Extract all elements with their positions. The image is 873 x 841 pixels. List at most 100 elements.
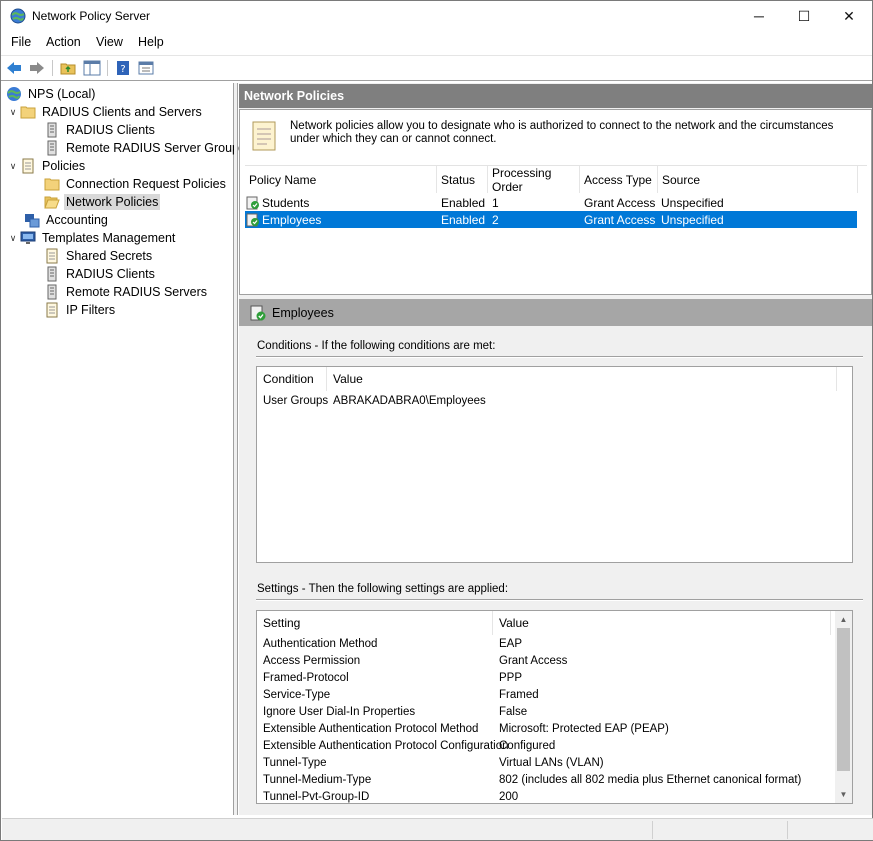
server-icon (44, 284, 60, 300)
console-tree: NPS (Local) ∨ RADIUS Clients and Servers… (2, 83, 245, 815)
status-bar (2, 818, 873, 840)
col-status[interactable]: Status (437, 166, 488, 193)
tree-item-network-policies[interactable]: Network Policies (44, 193, 161, 211)
maximize-button[interactable]: ☐ (781, 1, 827, 31)
policy-icon (246, 213, 260, 227)
col-source[interactable]: Source (658, 166, 858, 193)
col-setting-value[interactable]: Value (493, 611, 831, 635)
setting-row[interactable]: Service-Type Framed (257, 686, 833, 703)
conditions-label: Conditions - If the following conditions… (257, 340, 496, 352)
settings-header: Setting Value (257, 611, 831, 635)
document-icon (250, 120, 278, 152)
setting-name: Tunnel-Pvt-Group-ID (263, 790, 370, 803)
nps-window: Network Policy Server ─ ☐ ✕ File Action … (0, 0, 873, 841)
setting-value: Virtual LANs (VLAN) (499, 756, 604, 769)
setting-row[interactable]: Tunnel-Pvt-Group-ID 200 (257, 788, 833, 805)
policy-order: 2 (492, 212, 499, 227)
tree-item-ip-filters[interactable]: IP Filters (44, 301, 117, 319)
setting-name: Ignore User Dial-In Properties (263, 705, 416, 718)
policies-panel: Network policies allow you to designate … (239, 109, 872, 295)
pane-splitter[interactable] (234, 83, 238, 815)
setting-value: Microsoft: Protected EAP (PEAP) (499, 722, 669, 735)
setting-row[interactable]: Tunnel-Medium-Type 802 (includes all 802 … (257, 771, 833, 788)
chevron-down-icon[interactable]: ∨ (6, 157, 20, 175)
description-text: Network policies allow you to designate … (290, 120, 834, 145)
setting-row[interactable]: Access Permission Grant Access (257, 652, 833, 669)
setting-name: Authentication Method (263, 637, 378, 650)
scroll-down-icon[interactable]: ▼ (835, 786, 852, 803)
minimize-button[interactable]: ─ (736, 1, 782, 31)
tree-item-radius-clients-and-servers[interactable]: ∨ RADIUS Clients and Servers (6, 103, 204, 121)
setting-row[interactable]: Extensible Authentication Protocol Confi… (257, 737, 833, 754)
tree-item-template-radius-clients[interactable]: RADIUS Clients (44, 265, 157, 283)
forward-icon[interactable] (28, 59, 46, 77)
policy-icon (246, 196, 260, 210)
conditions-header: Condition Value (257, 367, 837, 391)
server-icon (44, 122, 60, 138)
policy-status: Enabled (441, 195, 486, 210)
tree-item-shared-secrets[interactable]: Shared Secrets (44, 247, 154, 265)
condition-row[interactable]: User Groups ABRAKADABRA0\Employees (257, 392, 827, 409)
col-access-type[interactable]: Access Type (580, 166, 658, 193)
tree-item-policies[interactable]: ∨ Policies (6, 157, 87, 175)
status-panel (652, 821, 787, 839)
col-policy-name[interactable]: Policy Name (245, 166, 437, 193)
setting-row[interactable]: Tunnel-Type Virtual LANs (VLAN) (257, 754, 833, 771)
tree-item-remote-radius-servers[interactable]: Remote RADIUS Servers (44, 283, 209, 301)
col-value[interactable]: Value (327, 367, 837, 391)
setting-row[interactable]: Extensible Authentication Protocol Metho… (257, 720, 833, 737)
description-block: Network policies allow you to designate … (250, 117, 860, 155)
detail-header: Employees (239, 299, 872, 326)
menu-action[interactable]: Action (46, 35, 81, 49)
close-button[interactable]: ✕ (826, 1, 872, 31)
globe-icon (10, 8, 26, 24)
tree-item-accounting[interactable]: Accounting (24, 211, 110, 229)
chevron-down-icon[interactable]: ∨ (6, 229, 20, 247)
policy-row-students[interactable]: Students Enabled 1 Grant Access Unspecif… (245, 194, 857, 211)
up-folder-icon[interactable] (59, 59, 77, 77)
show-hide-tree-icon[interactable] (83, 59, 101, 77)
col-condition[interactable]: Condition (257, 367, 327, 391)
folder-icon (44, 176, 60, 192)
settings-scrollbar[interactable]: ▲ ▼ (835, 611, 852, 803)
scroll-up-icon[interactable]: ▲ (835, 611, 852, 628)
tree-item-connection-request-policies[interactable]: Connection Request Policies (44, 175, 228, 193)
server-icon (44, 140, 60, 156)
accounting-icon (24, 212, 40, 228)
help-icon[interactable]: ? (114, 59, 132, 77)
setting-row[interactable]: Authentication Method EAP (257, 635, 833, 652)
setting-row[interactable]: Ignore User Dial-In Properties False (257, 703, 833, 720)
setting-value: False (499, 705, 528, 718)
chevron-down-icon[interactable]: ∨ (6, 103, 20, 121)
setting-row[interactable]: Framed-Protocol PPP (257, 669, 833, 686)
setting-value: PPP (499, 671, 523, 684)
policy-source: Unspecified (661, 212, 724, 227)
col-setting[interactable]: Setting (257, 611, 493, 635)
policy-access-type: Grant Access (584, 195, 656, 210)
setting-name: Framed-Protocol (263, 671, 349, 684)
policy-source: Unspecified (661, 195, 724, 210)
setting-name: Extensible Authentication Protocol Metho… (263, 722, 479, 735)
properties-icon[interactable] (137, 59, 155, 77)
tree-item-nps-local[interactable]: NPS (Local) (6, 85, 97, 103)
tree-item-radius-clients[interactable]: RADIUS Clients (44, 121, 157, 139)
setting-name: Service-Type (263, 688, 331, 701)
back-icon[interactable] (5, 59, 23, 77)
menu-view[interactable]: View (96, 35, 123, 49)
col-processing-order[interactable]: Processing Order (488, 166, 580, 194)
title-bar: Network Policy Server ─ ☐ ✕ (1, 1, 872, 31)
setting-value: 200 (499, 790, 519, 803)
scroll-thumb[interactable] (837, 628, 850, 771)
setting-name: Access Permission (263, 654, 361, 667)
menu-file[interactable]: File (11, 35, 31, 49)
svg-text:?: ? (120, 64, 125, 75)
policy-row-employees[interactable]: Employees Enabled 2 Grant Access Unspeci… (245, 211, 857, 228)
menu-help[interactable]: Help (138, 35, 164, 49)
results-pane: Network Policies Network policies allow … (239, 83, 872, 815)
conditions-list: Condition Value User Groups ABRAKADABRA0… (256, 366, 853, 563)
menu-bar: File Action View Help (1, 32, 872, 54)
tree-item-remote-radius-server-groups[interactable]: Remote RADIUS Server Groups (44, 139, 247, 157)
doc-icon (44, 302, 60, 318)
tree-item-templates-management[interactable]: ∨ Templates Management (6, 229, 177, 247)
doc-icon (20, 158, 36, 174)
